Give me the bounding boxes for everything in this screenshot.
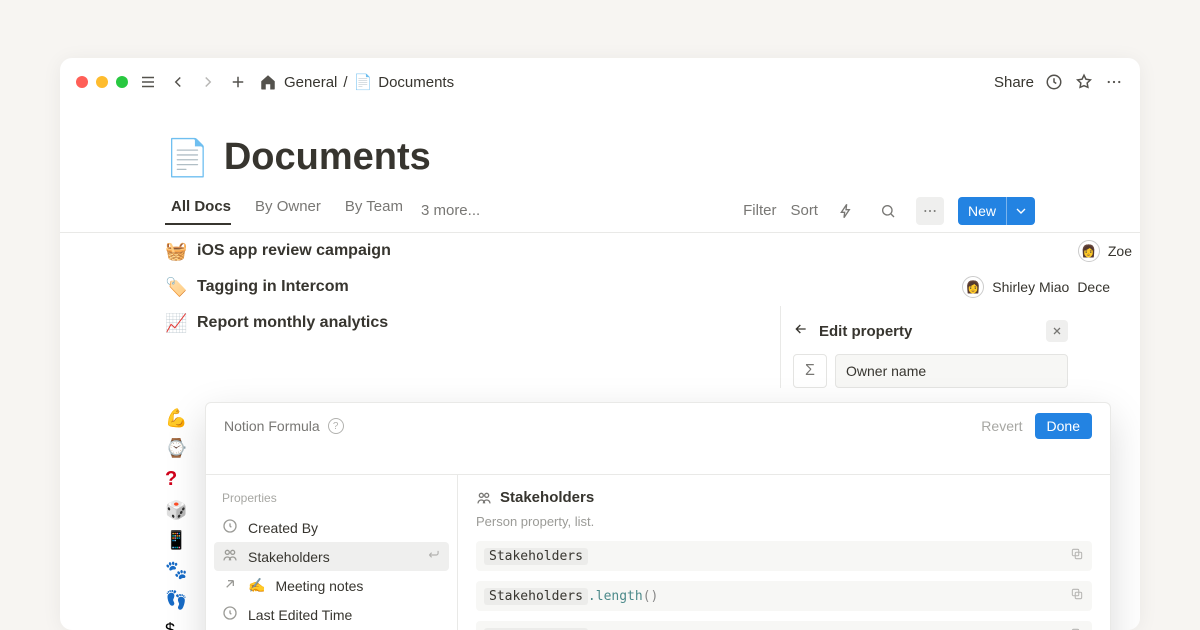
nav-back[interactable] xyxy=(168,72,188,92)
clock-icon xyxy=(222,518,238,537)
doc-icon: $ xyxy=(165,620,187,630)
doc-title[interactable]: Tagging in Intercom xyxy=(197,278,349,296)
favorite-icon[interactable] xyxy=(1074,72,1094,92)
breadcrumb[interactable]: General / 📄 Documents xyxy=(258,72,454,92)
doc-title[interactable]: Report monthly analytics xyxy=(197,314,388,332)
property-meeting-notes[interactable]: ✍️ Meeting notes xyxy=(214,571,449,600)
tab-by-team[interactable]: By Team xyxy=(339,198,403,223)
person-name: Shirley Miao xyxy=(992,279,1069,295)
section-label: Properties xyxy=(214,487,449,513)
doc-icon: ⌚ xyxy=(165,438,187,459)
back-icon[interactable] xyxy=(793,321,809,342)
home-icon xyxy=(258,72,278,92)
doc-icon: ? xyxy=(165,468,187,491)
property-detail-subtitle: Person property, list. xyxy=(476,514,1092,529)
formula-input[interactable] xyxy=(206,449,1110,475)
done-button[interactable]: Done xyxy=(1035,413,1092,439)
note-emoji: ✍️ xyxy=(248,577,265,594)
formula-label: Notion Formula xyxy=(224,418,320,434)
panel-title: Edit property xyxy=(819,323,912,340)
maximize-window[interactable] xyxy=(116,76,128,88)
avatar: 👩 xyxy=(962,276,984,298)
new-dropdown[interactable] xyxy=(1006,197,1035,225)
doc-icon: 🧺 xyxy=(165,241,187,262)
breadcrumb-segment[interactable]: General xyxy=(284,74,337,91)
revert-button[interactable]: Revert xyxy=(981,418,1022,434)
property-name-input[interactable]: Owner name xyxy=(835,354,1068,388)
enter-icon xyxy=(427,548,441,565)
doc-icon: 💪 xyxy=(165,408,187,429)
doc-icon: 🎲 xyxy=(165,500,187,521)
page-icon[interactable]: 📄 xyxy=(165,137,210,179)
relation-icon xyxy=(222,576,238,595)
info-icon[interactable]: ? xyxy=(328,418,344,434)
nav-forward[interactable] xyxy=(198,72,218,92)
doc-icon-column: 💪 ⌚ ? 🎲 📱 🐾 👣 $ xyxy=(165,408,187,630)
edit-property-panel: Edit property Σ Owner name xyxy=(780,306,1080,388)
clock-icon xyxy=(222,605,238,624)
property-stakeholders[interactable]: Stakeholders xyxy=(214,542,449,571)
search-icon[interactable] xyxy=(874,197,902,225)
doc-icon: 📈 xyxy=(165,313,187,334)
sort-button[interactable]: Sort xyxy=(790,202,818,219)
minimize-window[interactable] xyxy=(96,76,108,88)
doc-row[interactable]: 🏷️ Tagging in Intercom 👩 Shirley Miao De… xyxy=(165,269,1140,305)
doc-icon: 🏷️ xyxy=(165,277,187,298)
people-icon xyxy=(222,547,238,566)
doc-title[interactable]: iOS app review campaign xyxy=(197,242,391,260)
new-button[interactable]: New xyxy=(958,197,1035,225)
code-snippet[interactable]: Stakeholders.length() xyxy=(476,581,1092,611)
code-snippet[interactable]: Stakeholders xyxy=(476,541,1092,571)
code-snippet[interactable]: Stakeholders.at(0) xyxy=(476,621,1092,630)
page-title[interactable]: Documents xyxy=(224,136,431,179)
filter-button[interactable]: Filter xyxy=(743,202,776,219)
automations-icon[interactable] xyxy=(832,197,860,225)
people-icon xyxy=(476,490,492,506)
close-icon[interactable] xyxy=(1046,320,1068,342)
property-type-icon[interactable]: Σ xyxy=(793,354,827,388)
property-created-by[interactable]: Created By xyxy=(214,513,449,542)
new-page-icon[interactable] xyxy=(228,72,248,92)
updates-icon[interactable] xyxy=(1044,72,1064,92)
breadcrumb-page-icon: 📄 xyxy=(354,73,373,91)
tab-all-docs[interactable]: All Docs xyxy=(165,198,231,225)
doc-icon: 🐾 xyxy=(165,560,187,581)
breadcrumb-segment[interactable]: Documents xyxy=(378,74,454,91)
formula-editor: Notion Formula ? Revert Done Properties … xyxy=(205,402,1111,630)
breadcrumb-separator: / xyxy=(343,74,347,91)
copy-icon[interactable] xyxy=(1070,547,1084,565)
share-button[interactable]: Share xyxy=(994,74,1034,91)
avatar: 👩 xyxy=(1078,240,1100,262)
property-detail-title: Stakeholders xyxy=(476,489,1092,506)
doc-icon: 📱 xyxy=(165,530,187,551)
close-window[interactable] xyxy=(76,76,88,88)
person-name: Zoe xyxy=(1108,243,1132,259)
tab-by-owner[interactable]: By Owner xyxy=(249,198,321,223)
view-options-icon[interactable] xyxy=(916,197,944,225)
copy-icon[interactable] xyxy=(1070,587,1084,605)
property-last-edited[interactable]: Last Edited Time xyxy=(214,600,449,629)
window-controls[interactable] xyxy=(76,76,128,88)
doc-row[interactable]: 🧺 iOS app review campaign 👩 Zoe xyxy=(165,233,1140,269)
tabs-more[interactable]: 3 more... xyxy=(421,202,480,219)
doc-icon: 👣 xyxy=(165,590,187,611)
date-value: Dece xyxy=(1077,279,1110,295)
more-icon[interactable] xyxy=(1104,72,1124,92)
menu-icon[interactable] xyxy=(138,72,158,92)
